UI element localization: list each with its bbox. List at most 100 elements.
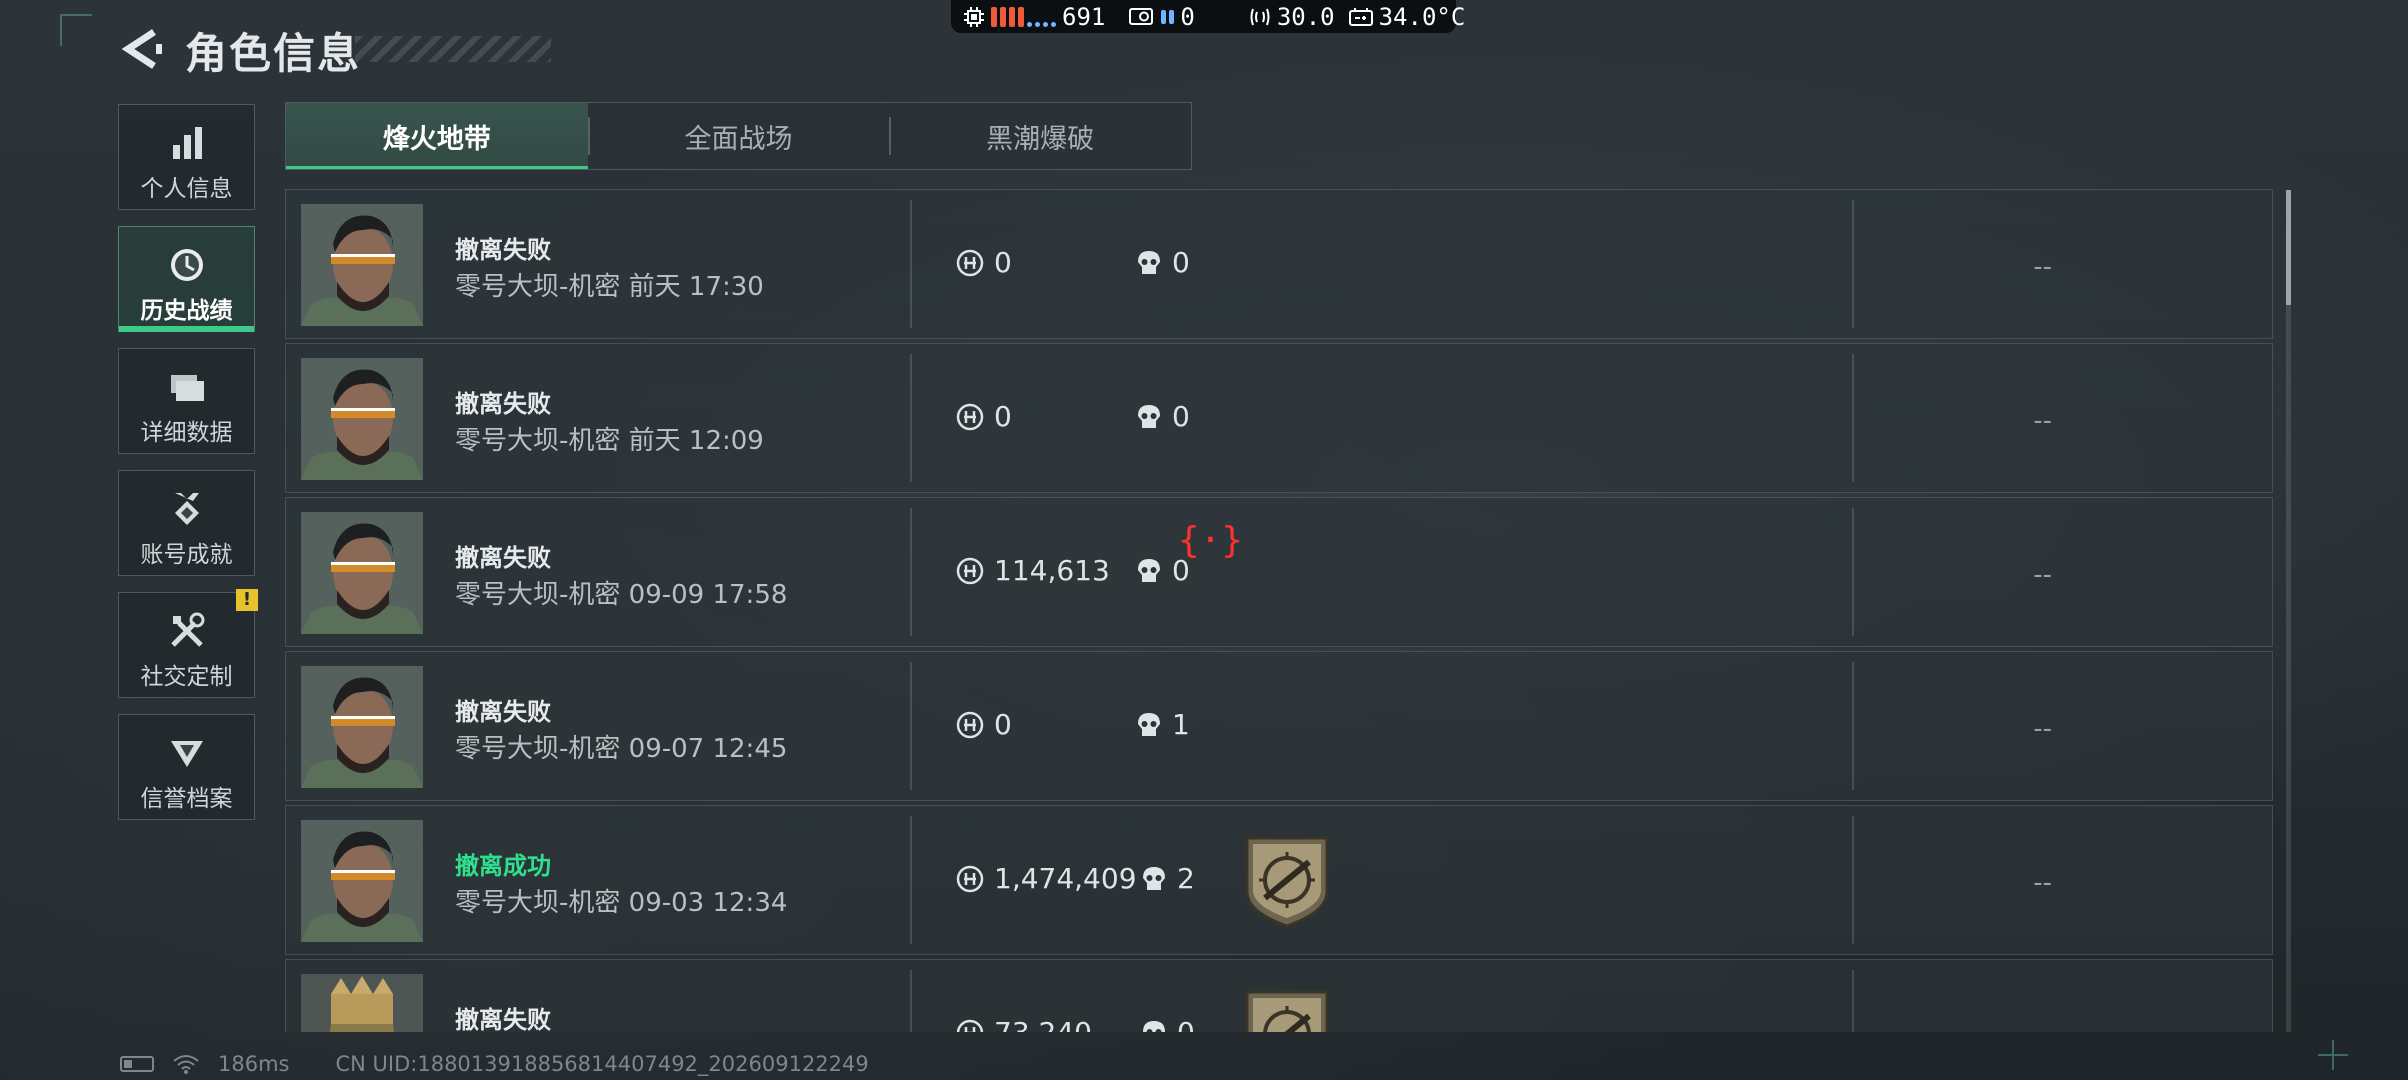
- match-row[interactable]: 撤离失败 零号大坝-机密 前天 17:30 0 0 --: [285, 189, 2273, 339]
- divider: [910, 970, 912, 1032]
- sidebar-item-credit-record[interactable]: 信誉档案: [118, 714, 255, 820]
- extraction-status: 撤离失败: [455, 390, 551, 418]
- achievement-shield-icon: [1245, 836, 1329, 928]
- scrollbar[interactable]: [2286, 190, 2291, 1032]
- divider: [910, 816, 912, 944]
- coin-icon: [956, 865, 984, 892]
- operator-avatar: [301, 358, 423, 480]
- temperature-value: 34.0°C: [1378, 2, 1466, 31]
- result-placeholder: --: [2033, 868, 2052, 898]
- tab-black-tide[interactable]: 黑潮爆破: [889, 103, 1191, 169]
- kills-value: 0: [1141, 1016, 1195, 1032]
- operator-avatar: [301, 666, 423, 788]
- warning-badge: !: [236, 589, 258, 611]
- money-amount: 73,240: [994, 1016, 1092, 1032]
- system-status-bar: 691 0 30.0 34.0°C: [951, 0, 1465, 33]
- skull-icon: [1138, 558, 1160, 582]
- match-row[interactable]: 撤离成功 零号大坝-机密 09-03 12:34 1,474,409 2 --: [285, 805, 2273, 955]
- footer-status: 186ms CN UID:18801391885681440749​2_2026…: [120, 1052, 869, 1076]
- coin-icon: [956, 557, 984, 584]
- extraction-status: 撤离失败: [455, 236, 551, 264]
- match-meta: 零号大坝-机密 09-09 17:58: [455, 574, 787, 611]
- match-row[interactable]: 撤离失败 73,240 0 --: [285, 959, 2273, 1032]
- kill-count: 0: [1172, 400, 1190, 433]
- sidebar-item-label: 历史战绩: [140, 298, 233, 324]
- divider: [910, 200, 912, 328]
- match-row[interactable]: 撤离失败零号大坝-机密 09-07 12:45 0 1 --: [285, 651, 2273, 801]
- divider: [1852, 354, 1854, 482]
- scrollbar-thumb[interactable]: [2286, 190, 2291, 305]
- folder-icon: [170, 375, 204, 401]
- title-decoration: [355, 36, 551, 62]
- achievement-shield-icon: [1245, 990, 1329, 1032]
- result-placeholder: --: [2033, 252, 2052, 282]
- divider: [1852, 662, 1854, 790]
- kill-count: 1: [1172, 708, 1190, 741]
- wifi-icon: [173, 1055, 199, 1074]
- divider: [1852, 200, 1854, 328]
- emblem-icon: [170, 741, 203, 767]
- kills-value: 1: [1136, 708, 1190, 741]
- tap-marker: {·}: [1178, 520, 1244, 561]
- money-value: 114,613: [956, 554, 1110, 587]
- map-name: 零号大坝-机密: [455, 888, 621, 918]
- divider: [910, 662, 912, 790]
- extraction-status: 撤离失败: [455, 1006, 551, 1032]
- result-placeholder: --: [2033, 714, 2052, 744]
- tab-full-battlefield[interactable]: 全面战场: [587, 103, 890, 169]
- skull-icon: [1138, 712, 1160, 736]
- gpu-load-bars: [1161, 9, 1175, 24]
- money-value: 0: [956, 708, 1012, 741]
- map-name: 零号大坝-机密: [455, 734, 621, 764]
- match-row[interactable]: 撤离失败 零号大坝-机密 09-09 17:58 114,613 0 --: [285, 497, 2273, 647]
- match-time: 09-07 12:45: [628, 734, 788, 764]
- skull-icon: [1138, 404, 1160, 428]
- back-arrow-icon[interactable]: [118, 26, 164, 72]
- coin-icon: [956, 711, 984, 738]
- operator-avatar: [301, 204, 423, 326]
- skull-icon: [1138, 250, 1160, 274]
- cpu-icon: [964, 6, 984, 27]
- coin-icon: [956, 249, 984, 276]
- operator-avatar: [301, 512, 423, 634]
- mode-tabs: 烽火地带 全面战场 黑潮爆破: [285, 102, 1192, 170]
- kill-count: 0: [1177, 1016, 1195, 1032]
- match-meta: 零号大坝-机密 前天 17:30: [455, 266, 764, 303]
- kill-count: 2: [1177, 862, 1195, 895]
- fps-icon: [1250, 8, 1270, 25]
- match-time: 前天 12:09: [628, 426, 764, 456]
- sidebar-item-personal-info[interactable]: 个人信息: [118, 104, 255, 210]
- clock-icon: [170, 249, 203, 281]
- kills-value: 2: [1141, 862, 1195, 895]
- tools-icon: [170, 612, 204, 647]
- match-meta: 零号大坝-机密 09-03 12:34: [455, 882, 787, 919]
- sidebar-item-detailed-data[interactable]: 详细数据: [118, 348, 255, 454]
- sidebar-item-match-history[interactable]: 历史战绩: [118, 226, 255, 332]
- map-name: 零号大坝-机密: [455, 272, 621, 302]
- divider: [910, 508, 912, 636]
- fps-value: 30.0: [1276, 2, 1335, 31]
- result-placeholder: --: [2033, 560, 2052, 590]
- extraction-status: 撤离成功: [455, 852, 551, 880]
- divider: [910, 354, 912, 482]
- money-amount: 114,613: [994, 554, 1110, 587]
- coin-icon: [956, 403, 984, 430]
- match-time: 09-09 17:58: [628, 580, 788, 610]
- tab-firezone[interactable]: 烽火地带: [286, 103, 588, 169]
- money-value: 73,240: [956, 1016, 1092, 1032]
- match-row[interactable]: 撤离失败 零号大坝-机密 前天 12:09 0 0 --: [285, 343, 2273, 493]
- user-uid: CN UID:18801391885681440749​2_2026091222…: [335, 1052, 869, 1076]
- extraction-status: 撤离失败: [455, 698, 551, 726]
- money-amount: 0: [994, 400, 1012, 433]
- money-amount: 1,474,409: [994, 862, 1137, 895]
- sidebar-item-label: 详细数据: [140, 420, 233, 446]
- sidebar-item-achievements[interactable]: 账号成就: [118, 470, 255, 576]
- sidebar-item-label: 个人信息: [140, 176, 233, 202]
- gpu-value: 0: [1180, 2, 1195, 31]
- medal-icon: [174, 493, 199, 525]
- match-meta: 零号大坝-机密 前天 12:09: [455, 420, 764, 457]
- map-name: 零号大坝-机密: [455, 426, 621, 456]
- match-time: 前天 17:30: [628, 272, 764, 302]
- kills-value: 0: [1136, 400, 1190, 433]
- sidebar-item-social-custom[interactable]: 社交定制 !: [118, 589, 258, 698]
